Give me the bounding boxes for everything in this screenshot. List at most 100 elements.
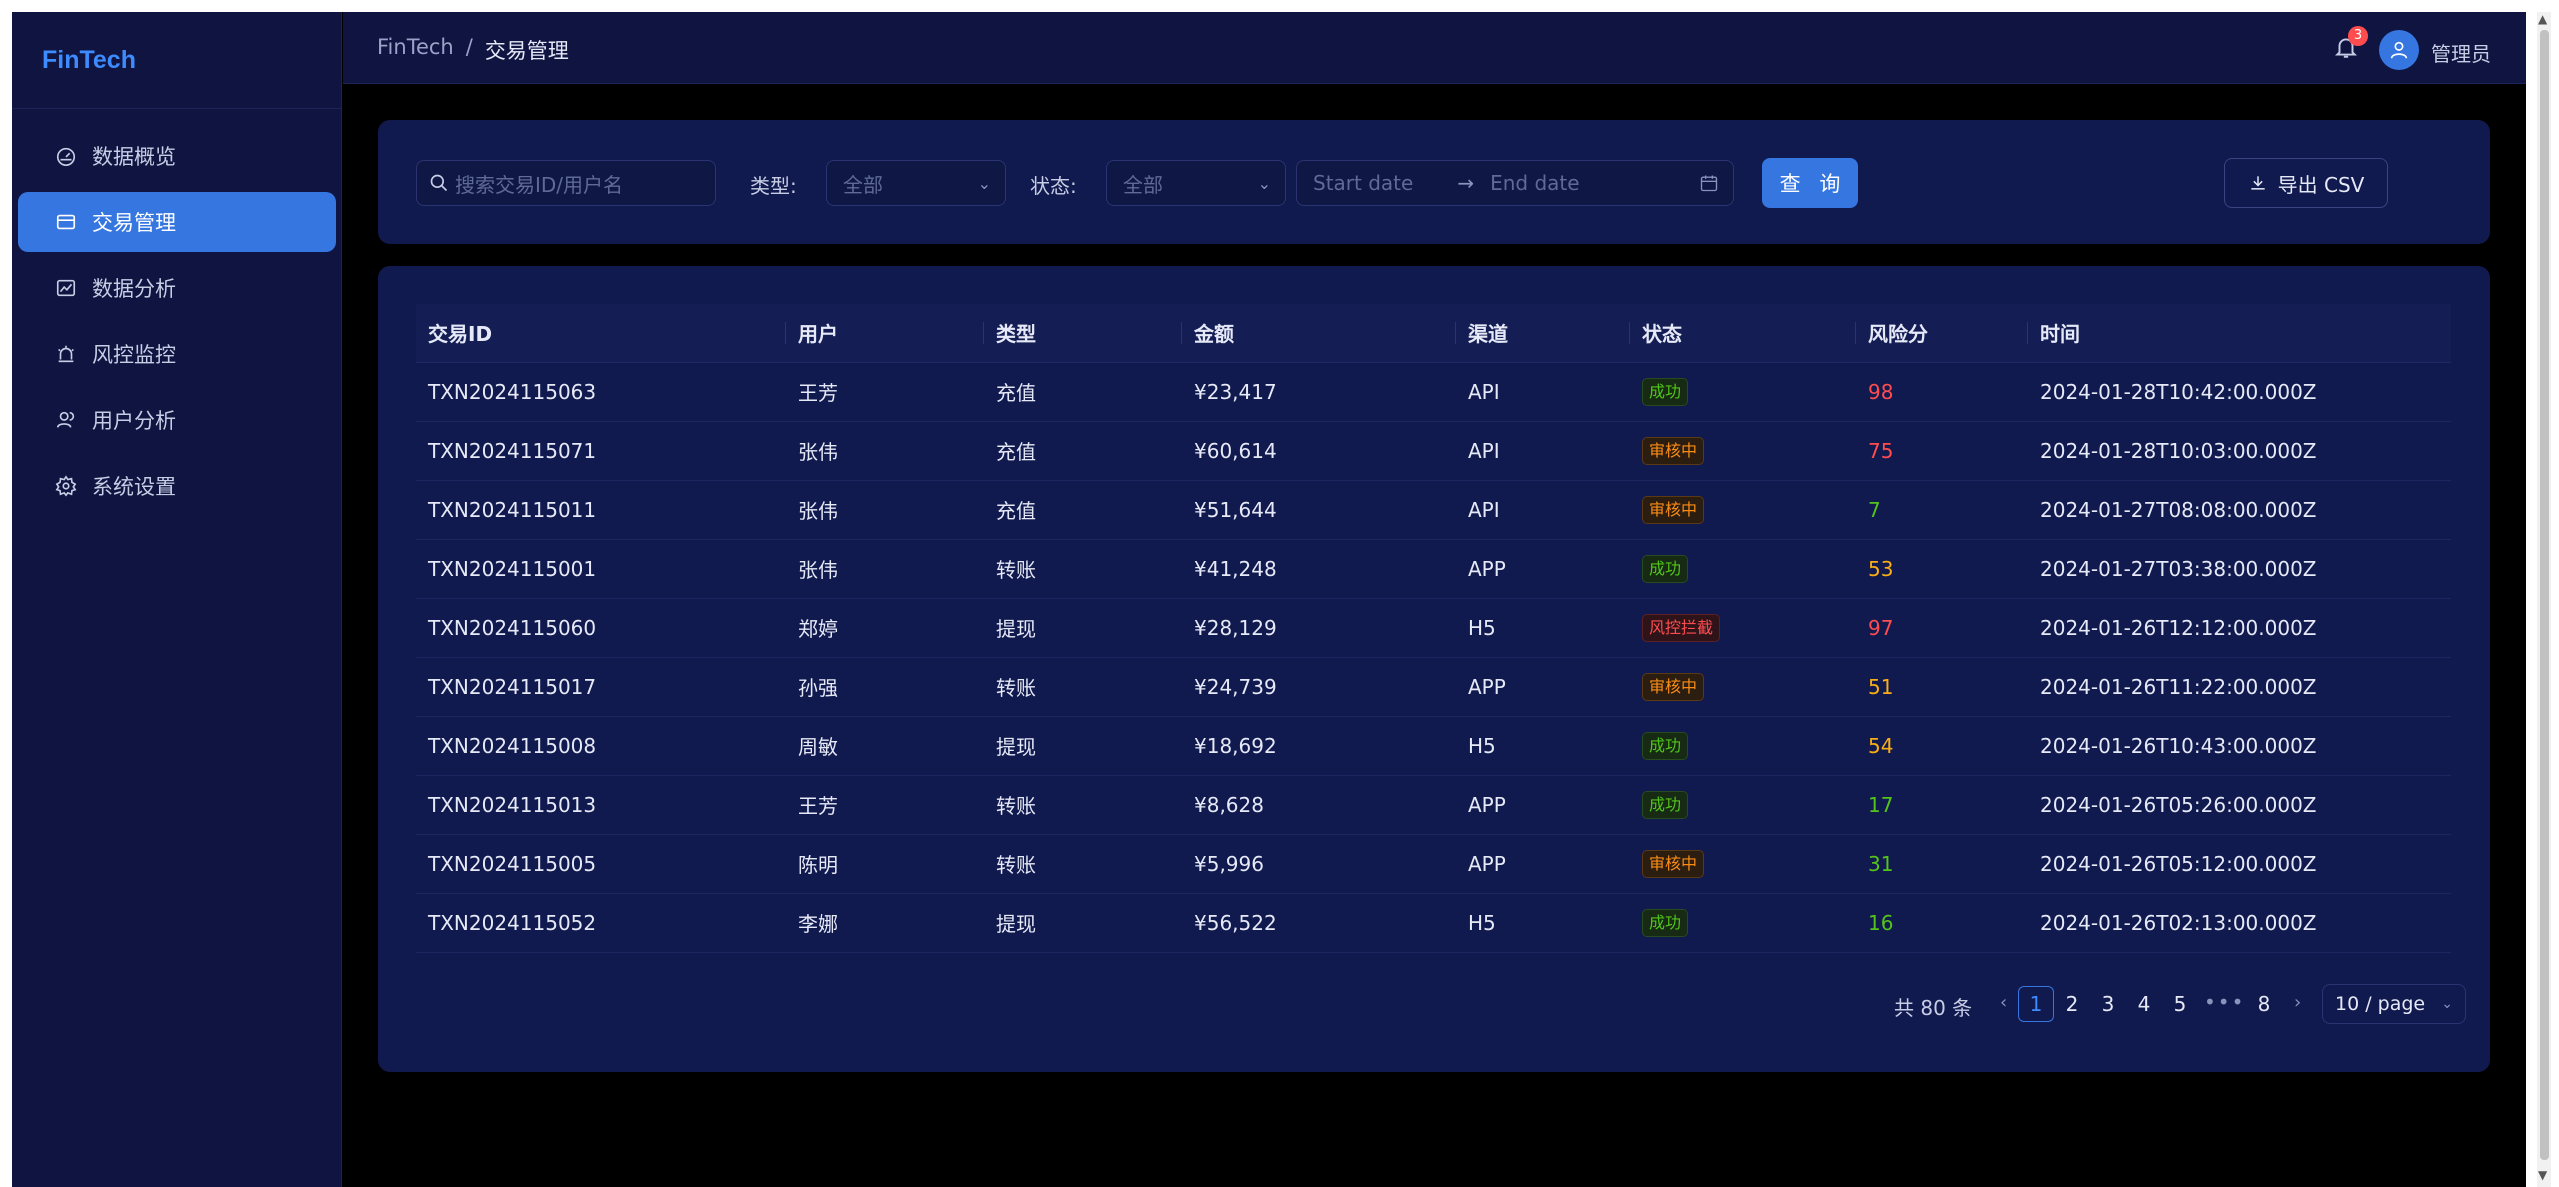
avatar[interactable] [2379, 30, 2419, 70]
cell-amount-text: ¥18,692 [1194, 733, 1277, 758]
cell-type-text: 充值 [996, 499, 1036, 523]
cell-amount-text: ¥60,614 [1194, 438, 1277, 463]
cell-transaction-id: TXN2024115001 [416, 539, 786, 599]
date-range-picker[interactable]: Start date → End date [1296, 160, 1734, 206]
cell-user: 张伟 [786, 421, 984, 481]
page-ellipsis[interactable]: ••• [2204, 990, 2245, 1014]
pagination: 共 80 条 ‹ 1 2 3 4 5 ••• 8 › 10 / page ⌄ [378, 984, 2490, 1024]
table-row[interactable]: TXN2024115008 周敏 提现 ¥18,692 H5 成功 54 2024-01-26… [416, 716, 2451, 776]
page-size-select[interactable]: 10 / page ⌄ [2322, 984, 2466, 1024]
cell-channel-text: APP [1468, 674, 1506, 699]
cell-time-text: 2024-01-26T02:13:00.000Z [2040, 910, 2317, 935]
cell-amount: ¥60,614 [1182, 421, 1456, 481]
cell-type-text: 提现 [996, 735, 1036, 759]
cell-user: 张伟 [786, 480, 984, 540]
table-row[interactable]: TXN2024115001 张伟 转账 ¥41,248 APP 成功 53 2024-01-2… [416, 539, 2451, 599]
page-button-3[interactable]: 3 [2090, 986, 2126, 1022]
cell-type-text: 提现 [996, 617, 1036, 641]
column-header-risk: 风险分 [1856, 304, 2028, 363]
start-date-input[interactable]: Start date [1313, 171, 1413, 195]
cell-time-text: 2024-01-26T11:22:00.000Z [2040, 674, 2317, 699]
table-row[interactable]: TXN2024115013 王芳 转账 ¥8,628 APP 成功 17 2024-01-26… [416, 775, 2451, 835]
column-header-channel: 渠道 [1456, 304, 1630, 363]
type-filter-label: 类型: [750, 174, 797, 198]
cell-user-text: 郑婷 [798, 617, 838, 641]
cell-risk-score: 97 [1856, 598, 2028, 658]
cell-amount: ¥8,628 [1182, 775, 1456, 835]
top-header: FinTech / 交易管理 3 管理员 [343, 12, 2526, 84]
risk-score: 54 [1868, 733, 1894, 758]
scroll-down-icon[interactable]: ▼ [2538, 1168, 2547, 1182]
cell-time: 2024-01-26T11:22:00.000Z [2028, 657, 2451, 717]
page-button-8[interactable]: 8 [2246, 986, 2282, 1022]
sidebar-item-analytics[interactable]: 数据分析 [18, 258, 336, 318]
cell-type-text: 提现 [996, 912, 1036, 936]
cell-type: 充值 [984, 362, 1182, 422]
sidebar-item-overview[interactable]: 数据概览 [18, 126, 336, 186]
export-csv-button[interactable]: 导出 CSV [2224, 158, 2388, 208]
cell-transaction-id-text: TXN2024115005 [428, 851, 597, 876]
dashboard-icon [54, 144, 78, 168]
status-filter-label: 状态: [1030, 174, 1077, 198]
table-row[interactable]: TXN2024115071 张伟 充值 ¥60,614 API 审核中 75 2024-01-… [416, 421, 2451, 481]
cell-amount: ¥5,996 [1182, 834, 1456, 894]
notification-badge: 3 [2348, 26, 2368, 46]
table-row[interactable]: TXN2024115052 李娜 提现 ¥56,522 H5 成功 16 2024-01-26… [416, 893, 2451, 953]
column-header-user: 用户 [786, 304, 984, 363]
search-input[interactable]: 搜索交易ID/用户名 [416, 160, 716, 206]
cell-user-text: 王芳 [798, 381, 838, 405]
risk-score: 51 [1868, 674, 1894, 699]
end-date-input[interactable]: End date [1490, 171, 1579, 195]
breadcrumb-root[interactable]: FinTech [377, 35, 454, 65]
sidebar-item-users[interactable]: 用户分析 [18, 390, 336, 450]
type-select[interactable]: 全部 ⌄ [826, 160, 1006, 206]
cell-time: 2024-01-26T12:12:00.000Z [2028, 598, 2451, 658]
status-badge: 审核中 [1642, 495, 1705, 524]
table-row[interactable]: TXN2024115005 陈明 转账 ¥5,996 APP 审核中 31 2024-01-2… [416, 834, 2451, 894]
cell-amount-text: ¥41,248 [1194, 556, 1277, 581]
table-row[interactable]: TXN2024115060 郑婷 提现 ¥28,129 H5 风控拦截 97 2024-01-… [416, 598, 2451, 658]
status-badge: 成功 [1642, 377, 1689, 406]
status-select[interactable]: 全部 ⌄ [1106, 160, 1286, 206]
cell-type-text: 充值 [996, 440, 1036, 464]
chevron-left-icon[interactable]: ‹ [2000, 992, 2007, 1013]
table-row[interactable]: TXN2024115017 孙强 转账 ¥24,739 APP 审核中 51 2024-01-… [416, 657, 2451, 717]
cell-status: 审核中 [1630, 421, 1856, 481]
sidebar-item-transactions[interactable]: 交易管理 [18, 192, 336, 252]
cell-channel-text: API [1468, 438, 1500, 463]
page-button-4[interactable]: 4 [2126, 986, 2162, 1022]
cell-time: 2024-01-27T08:08:00.000Z [2028, 480, 2451, 540]
chevron-right-icon[interactable]: › [2294, 992, 2301, 1013]
table-row[interactable]: TXN2024115011 张伟 充值 ¥51,644 API 审核中 7 2024-01-2… [416, 480, 2451, 540]
page-button-1[interactable]: 1 [2018, 986, 2054, 1022]
column-header-status: 状态 [1630, 304, 1856, 363]
cell-amount: ¥18,692 [1182, 716, 1456, 776]
cell-transaction-id: TXN2024115063 [416, 362, 786, 422]
status-badge: 审核中 [1642, 849, 1705, 878]
cell-transaction-id: TXN2024115071 [416, 421, 786, 481]
cell-status: 审核中 [1630, 834, 1856, 894]
status-badge: 成功 [1642, 731, 1689, 760]
sidebar-item-settings[interactable]: 系统设置 [18, 456, 336, 516]
sidebar-item-risk[interactable]: 风控监控 [18, 324, 336, 384]
scroll-up-icon[interactable]: ▲ [2538, 12, 2547, 26]
page-button-2[interactable]: 2 [2054, 986, 2090, 1022]
cell-user: 孙强 [786, 657, 984, 717]
cell-type-text: 转账 [996, 794, 1036, 818]
sidebar-item-label: 数据概览 [92, 145, 176, 169]
query-button[interactable]: 查 询 [1762, 158, 1858, 208]
risk-score: 98 [1868, 379, 1894, 404]
scrollbar-thumb[interactable] [2540, 30, 2549, 1160]
cell-amount-text: ¥51,644 [1194, 497, 1277, 522]
table-row[interactable]: TXN2024115063 王芳 充值 ¥23,417 API 成功 98 2024-01-2… [416, 362, 2451, 422]
cell-time-text: 2024-01-28T10:42:00.000Z [2040, 379, 2317, 404]
page-button-5[interactable]: 5 [2162, 986, 2198, 1022]
cell-transaction-id-text: TXN2024115071 [428, 438, 597, 463]
username[interactable]: 管理员 [2431, 38, 2491, 67]
cell-time-text: 2024-01-26T05:12:00.000Z [2040, 851, 2317, 876]
cell-user: 张伟 [786, 539, 984, 599]
export-label: 导出 CSV [2277, 172, 2365, 197]
cell-amount-text: ¥23,417 [1194, 379, 1277, 404]
cell-transaction-id: TXN2024115017 [416, 657, 786, 717]
chevron-down-icon: ⌄ [977, 173, 991, 193]
